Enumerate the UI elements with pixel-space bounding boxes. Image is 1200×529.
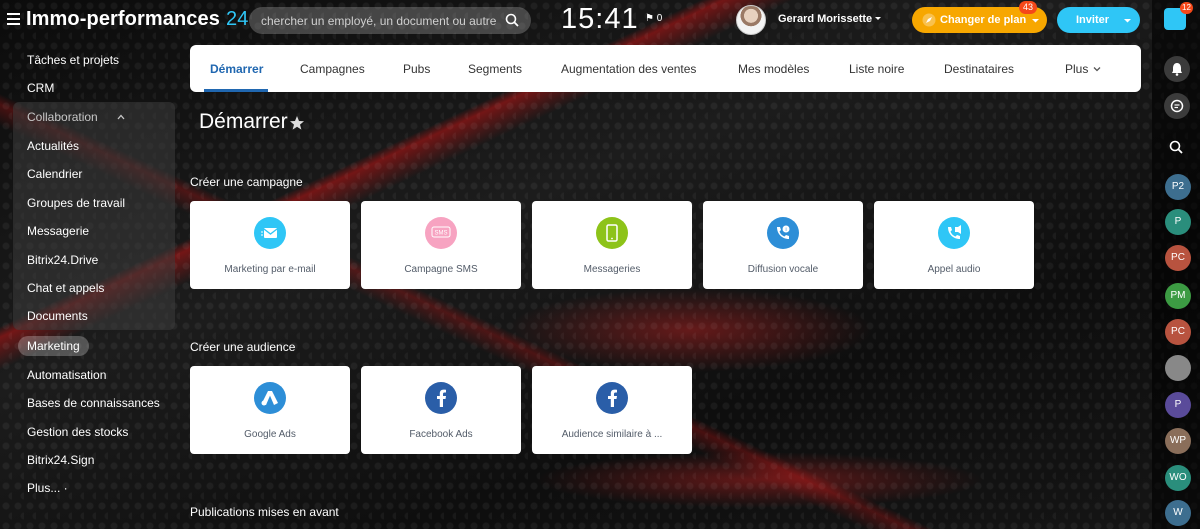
email-icon (254, 217, 286, 249)
chevron-down-icon (1032, 19, 1039, 23)
chevron-down-icon[interactable] (874, 14, 882, 22)
menu-icon[interactable] (7, 13, 20, 25)
voice-icon: i (767, 217, 799, 249)
card-lookalike-audience[interactable]: Audience similaire à ... (532, 366, 692, 454)
rocket-icon (922, 13, 936, 27)
sidebar-item-documents[interactable]: Documents (27, 309, 88, 323)
card-label: Marketing par e-mail (224, 264, 316, 275)
sidebar-item-tasks[interactable]: Tâches et projets (27, 53, 119, 67)
sidebar-item-sign[interactable]: Bitrix24.Sign (27, 453, 94, 467)
rail-avatar[interactable]: W (1165, 500, 1191, 526)
card-label: Facebook Ads (409, 429, 473, 440)
sidebar-item-chat-calls[interactable]: Chat et appels (27, 281, 104, 295)
card-label: Appel audio (927, 264, 981, 275)
logo-text: Immo-performances (26, 8, 220, 30)
section-title-campaign: Créer une campagne (190, 175, 303, 189)
tab-bar: Démarrer Campagnes Pubs Segments Augment… (190, 45, 1141, 92)
card-label: Campagne SMS (404, 264, 478, 275)
tab-segments[interactable]: Segments (468, 62, 522, 76)
collaboration-group: Collaboration (13, 102, 175, 330)
plan-badge: 43 (1019, 1, 1037, 14)
sidebar-item-knowledge-bases[interactable]: Bases de connaissances (27, 396, 160, 410)
logo-number: 24 (225, 8, 249, 30)
clock[interactable]: 15:41 (561, 3, 639, 36)
active-tab-indicator (204, 89, 268, 92)
search-icon[interactable] (1169, 140, 1183, 154)
search-bar[interactable] (249, 7, 531, 34)
right-rail: 12 P2 P PC PM PC P WP WO W (1152, 0, 1200, 529)
card-facebook-ads[interactable]: Facebook Ads (361, 366, 521, 454)
google-ads-icon (254, 382, 286, 414)
sidebar-item-crm[interactable]: CRM (27, 81, 54, 95)
sms-icon: SMS (425, 217, 457, 249)
card-label: Messageries (583, 264, 641, 275)
user-name[interactable]: Gerard Morissette (778, 13, 872, 25)
card-sms-campaign[interactable]: SMS Campagne SMS (361, 201, 521, 289)
search-icon[interactable] (505, 13, 519, 27)
sidebar-item-inventory[interactable]: Gestion des stocks (27, 425, 128, 439)
tab-blacklist[interactable]: Liste noire (849, 62, 904, 76)
user-avatar[interactable] (736, 5, 766, 35)
section-title-audience: Créer une audience (190, 340, 296, 354)
facebook-icon (596, 382, 628, 414)
rail-avatar[interactable]: PM (1165, 283, 1191, 309)
star-icon[interactable] (289, 115, 305, 131)
tab-campaigns[interactable]: Campagnes (300, 62, 365, 76)
sidebar-item-calendar[interactable]: Calendrier (27, 167, 82, 181)
chevron-down-icon (1124, 19, 1131, 23)
sidebar-item-automation[interactable]: Automatisation (27, 368, 106, 382)
sidebar-item-more[interactable]: Plus... · (27, 481, 68, 495)
logo[interactable]: Immo-performances 24 (26, 8, 248, 31)
phone-icon (596, 217, 628, 249)
rail-avatar[interactable]: WO (1165, 465, 1191, 491)
svg-text:SMS: SMS (434, 231, 447, 237)
tab-start[interactable]: Démarrer (210, 62, 263, 76)
audio-call-icon (938, 217, 970, 249)
rail-badge: 12 (1180, 2, 1193, 14)
card-label: Audience similaire à ... (561, 429, 663, 440)
change-plan-label: Changer de plan (940, 14, 1027, 26)
tab-recipients[interactable]: Destinataires (944, 62, 1014, 76)
sidebar-item-drive[interactable]: Bitrix24.Drive (27, 253, 98, 267)
invite-label: Inviter (1076, 14, 1110, 26)
rail-avatar[interactable]: WP (1165, 428, 1191, 454)
page-title: Démarrer (199, 110, 288, 133)
chevron-up-icon[interactable] (117, 114, 125, 120)
search-input[interactable] (261, 13, 496, 28)
tab-templates[interactable]: Mes modèles (738, 62, 809, 76)
rail-avatar[interactable]: P (1165, 209, 1191, 235)
card-audio-call[interactable]: Appel audio (874, 201, 1034, 289)
card-email-marketing[interactable]: Marketing par e-mail (190, 201, 350, 289)
card-voice-broadcast[interactable]: i Diffusion vocale (703, 201, 863, 289)
card-label: Diffusion vocale (747, 264, 819, 275)
card-label: Google Ads (244, 429, 296, 440)
rail-avatar[interactable]: PC (1165, 245, 1191, 271)
top-bar: Immo-performances24 15:41 ⚑ 0 Gerard Mor… (0, 0, 1152, 40)
card-messengers[interactable]: Messageries (532, 201, 692, 289)
tab-ads[interactable]: Pubs (403, 62, 430, 76)
chat-icon[interactable] (1164, 93, 1190, 119)
sidebar-item-messaging[interactable]: Messagerie (27, 224, 89, 238)
svg-text:i: i (785, 227, 786, 233)
flag-icon: ⚑ (645, 13, 654, 24)
collaboration-title[interactable]: Collaboration (27, 110, 98, 124)
flag-counter[interactable]: ⚑ 0 (645, 13, 662, 24)
tab-more[interactable]: Plus (1065, 62, 1088, 76)
rail-avatar[interactable]: PC (1165, 319, 1191, 345)
chevron-down-icon[interactable] (1093, 66, 1101, 72)
tab-sales-boost[interactable]: Augmentation des ventes (561, 62, 696, 76)
facebook-icon (425, 382, 457, 414)
sidebar-item-workgroups[interactable]: Groupes de travail (27, 196, 125, 210)
rail-avatar[interactable] (1165, 355, 1191, 381)
invite-button[interactable]: Inviter (1057, 7, 1140, 33)
sidebar-item-marketing[interactable]: Marketing (27, 339, 80, 353)
bell-icon[interactable] (1164, 56, 1190, 82)
flag-count: 0 (656, 13, 663, 24)
section-title-featured: Publications mises en avant (190, 505, 339, 519)
card-google-ads[interactable]: Google Ads (190, 366, 350, 454)
rail-avatar[interactable]: P2 (1165, 174, 1191, 200)
sidebar-item-news[interactable]: Actualités (27, 139, 79, 153)
rail-avatar[interactable]: P (1165, 392, 1191, 418)
